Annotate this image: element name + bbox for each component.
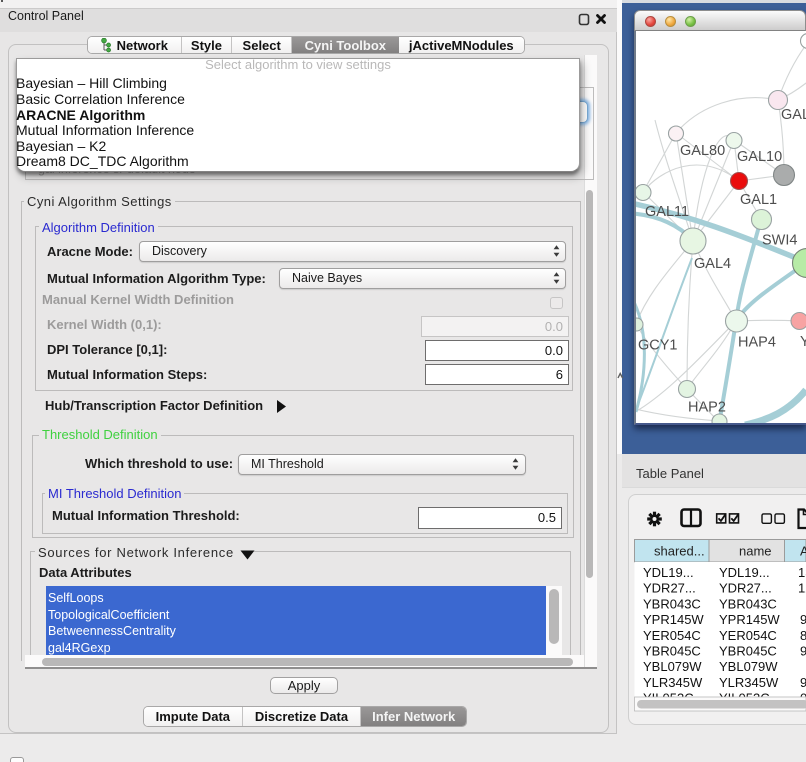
svg-text:A: A xyxy=(800,544,806,559)
svg-text:YLR345W: YLR345W xyxy=(719,675,779,690)
svg-text:YBL079W: YBL079W xyxy=(719,659,778,674)
svg-text:YBL079W: YBL079W xyxy=(643,659,702,674)
svg-text:GAL4: GAL4 xyxy=(694,256,731,272)
svg-text:YBR043C: YBR043C xyxy=(643,596,701,611)
svg-text:shared...: shared... xyxy=(654,544,705,559)
svg-text:12: 12 xyxy=(798,581,806,596)
svg-text:9.: 9. xyxy=(800,612,806,627)
svg-text:HAP2: HAP2 xyxy=(688,400,726,416)
svg-text:YBR045C: YBR045C xyxy=(643,644,701,659)
svg-text:Y: Y xyxy=(800,334,806,350)
svg-text:13: 13 xyxy=(798,565,806,580)
svg-text:YDL19...: YDL19... xyxy=(719,565,770,580)
svg-text:name: name xyxy=(739,544,772,559)
svg-text:YBR043C: YBR043C xyxy=(719,596,777,611)
svg-text:HAP4: HAP4 xyxy=(738,335,776,351)
svg-text:YPR145W: YPR145W xyxy=(719,612,780,627)
svg-text:YDR27...: YDR27... xyxy=(719,581,772,596)
svg-text:9.: 9. xyxy=(800,675,806,690)
svg-text:SWI4: SWI4 xyxy=(762,233,797,249)
svg-text:YPR145W: YPR145W xyxy=(643,612,704,627)
svg-text:GAL11: GAL11 xyxy=(645,204,689,220)
svg-text:YDR27...: YDR27... xyxy=(643,581,696,596)
svg-text:YBR045C: YBR045C xyxy=(719,644,777,659)
svg-text:GCY1: GCY1 xyxy=(638,338,678,354)
svg-text:YER054C: YER054C xyxy=(719,628,777,643)
svg-text:YER054C: YER054C xyxy=(643,628,701,643)
svg-text:GAL80: GAL80 xyxy=(680,143,725,159)
svg-text:YLR345W: YLR345W xyxy=(643,675,703,690)
svg-text:YDL19...: YDL19... xyxy=(643,565,694,580)
svg-text:9.: 9. xyxy=(800,644,806,659)
svg-text:8.: 8. xyxy=(800,628,806,643)
svg-text:GAL10: GAL10 xyxy=(737,149,782,165)
svg-text:GAL1: GAL1 xyxy=(740,192,777,208)
svg-text:GAL7: GAL7 xyxy=(781,107,806,123)
